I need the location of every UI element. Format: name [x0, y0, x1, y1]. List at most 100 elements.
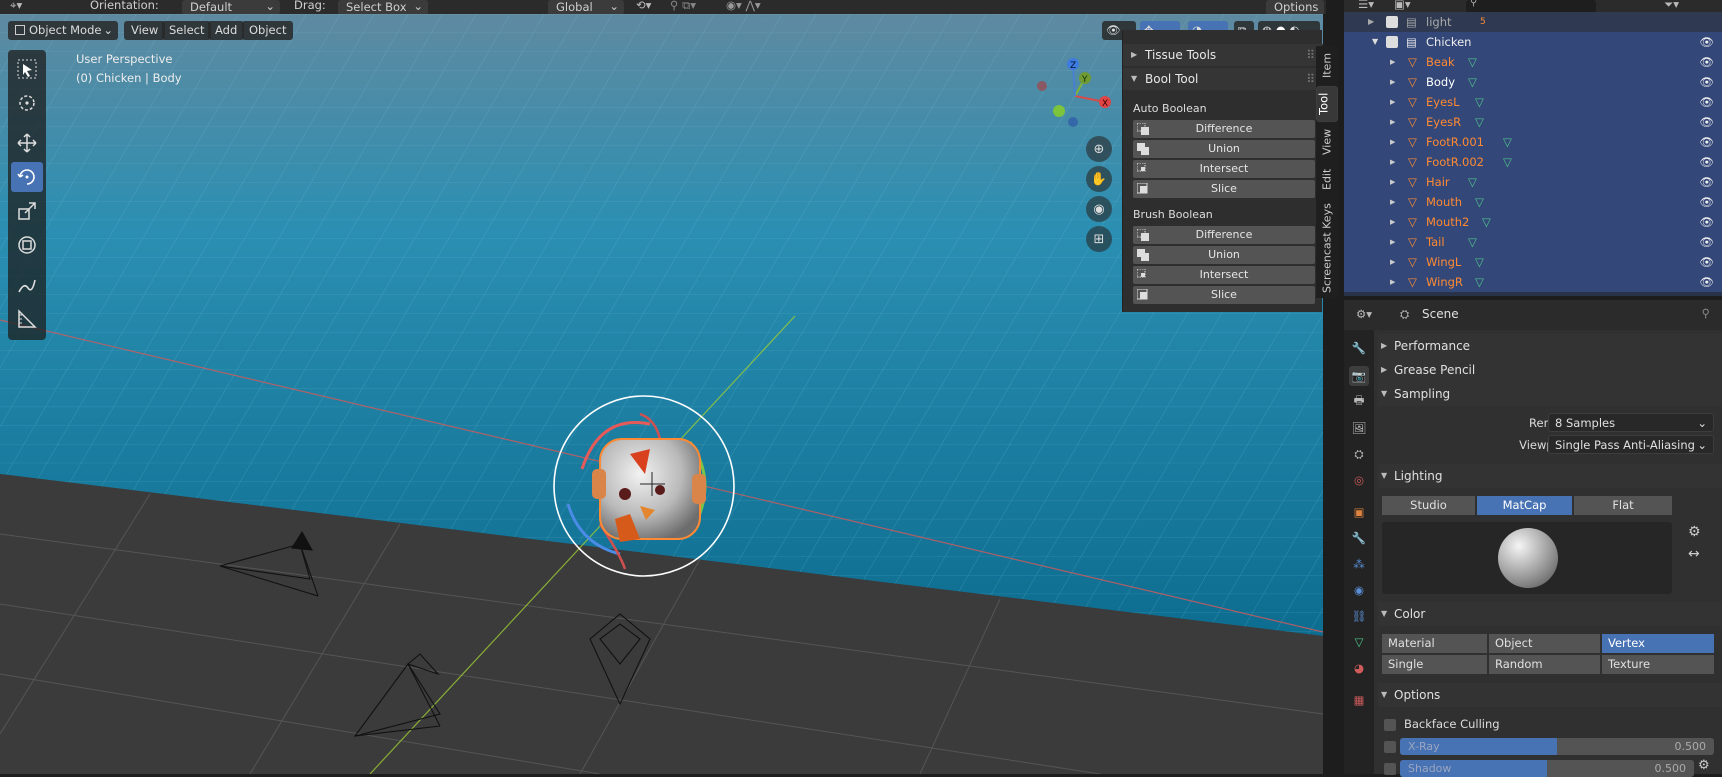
color-section[interactable]: ▼ Color [1378, 602, 1722, 626]
expand-arrow-icon[interactable]: ▶ [1390, 232, 1395, 252]
expand-arrow-icon[interactable]: ▶ [1390, 72, 1395, 92]
menu-object[interactable]: Object [242, 21, 294, 40]
annotate-tool-icon[interactable] [11, 270, 43, 300]
outliner-row-object[interactable]: ▶ ▽ Body ▽ 👁︎ [1344, 72, 1722, 92]
grease-pencil-section[interactable]: ▶ Grease Pencil [1378, 358, 1722, 382]
outliner-row-object[interactable]: ▶ ▽ Tail ▽ 👁︎ [1344, 232, 1722, 252]
menu-add[interactable]: Add [208, 21, 245, 40]
bool-tool-header[interactable]: ▼ Bool Tool ⠿ [1123, 68, 1323, 90]
scale-tool-icon[interactable] [11, 196, 43, 226]
shadow-slider[interactable]: Shadow 0.500 [1400, 760, 1694, 777]
expand-arrow-icon[interactable]: ▶ [1390, 252, 1395, 272]
menu-view[interactable]: View [124, 21, 166, 40]
eye-icon[interactable]: 👁︎ [1699, 192, 1714, 212]
cursor-tool-icon[interactable] [11, 88, 43, 118]
color-vertex-button[interactable]: Vertex [1602, 634, 1714, 653]
display-mode-icon[interactable]: ▣▾ [1394, 0, 1411, 11]
camera-view-icon[interactable]: ◉ [1086, 196, 1112, 222]
color-material-button[interactable]: Material [1382, 634, 1488, 653]
auto-union-button[interactable]: Union [1133, 140, 1315, 158]
eye-icon[interactable]: 👁︎ [1699, 272, 1714, 292]
brush-union-button[interactable]: Union [1133, 246, 1315, 264]
color-single-button[interactable]: Single [1382, 655, 1488, 674]
mode-dropdown[interactable]: Object Mode ⌄ [8, 21, 118, 40]
matcap-preview[interactable] [1382, 522, 1672, 594]
color-object-button[interactable]: Object [1489, 634, 1601, 653]
auto-slice-button[interactable]: Slice [1133, 180, 1315, 198]
tab-tool[interactable]: Tool [1316, 86, 1338, 122]
eye-icon[interactable]: 👁︎ [1699, 172, 1714, 192]
expand-arrow-icon[interactable]: ▶ [1390, 192, 1395, 212]
filter-icon[interactable]: ⏷▾ [1664, 0, 1679, 12]
navigation-gizmo[interactable]: X Y Z [1030, 56, 1120, 136]
editor-type-icon[interactable]: ⌖▾ [10, 0, 22, 13]
expand-arrow-icon[interactable]: ▶ [1390, 52, 1395, 72]
expand-arrow-icon[interactable]: ▶ [1368, 12, 1374, 32]
expand-arrow-icon[interactable]: ▶ [1390, 92, 1395, 112]
options-dropdown[interactable]: Options [1266, 0, 1324, 14]
visibility-checkbox[interactable] [1386, 36, 1398, 48]
transform-space-dropdown[interactable]: Global ⌄ [548, 0, 624, 14]
outliner-row-object[interactable]: ▶ ▽ FootR.001 ▽ 👁︎ [1344, 132, 1722, 152]
pivot-icon[interactable]: ⟲▾ [636, 0, 651, 12]
brush-intersect-button[interactable]: Intersect [1133, 266, 1315, 284]
render-tab-icon[interactable]: 📷 [1349, 366, 1369, 386]
brush-difference-button[interactable]: Difference [1133, 226, 1315, 244]
eye-icon[interactable]: 👁︎ [1699, 32, 1714, 52]
visibility-checkbox[interactable] [1386, 16, 1398, 28]
expand-arrow-icon[interactable]: ▼ [1372, 32, 1378, 52]
eye-icon[interactable]: 👁︎ [1699, 92, 1714, 112]
matcap-settings-icon[interactable]: ⚙ [1688, 524, 1701, 540]
tab-screencast-keys[interactable]: Screencast Keys [1316, 198, 1338, 298]
tissue-tools-header[interactable]: ▶ Tissue Tools ⠿ [1123, 44, 1323, 66]
physics-tab-icon[interactable]: ◉ [1349, 580, 1369, 600]
tab-view[interactable]: View [1316, 124, 1338, 160]
outliner-row-object[interactable]: ▶ ▽ Hair ▽ 👁︎ [1344, 172, 1722, 192]
outliner-row-light[interactable]: ▶ ▤ light 5 [1344, 12, 1722, 32]
expand-arrow-icon[interactable]: ▶ [1390, 212, 1395, 232]
matcap-flip-icon[interactable]: ↔ [1688, 546, 1700, 562]
eye-icon[interactable]: 👁︎ [1699, 212, 1714, 232]
outliner-row-object[interactable]: ▶ ▽ FootR.002 ▽ 👁︎ [1344, 152, 1722, 172]
menu-select[interactable]: Select [162, 21, 212, 40]
texture-tab-icon[interactable]: ▦ [1349, 690, 1369, 710]
orientation-dropdown[interactable]: Default ⌄ [182, 0, 280, 14]
tool-tab-icon[interactable]: 🔧 [1349, 338, 1369, 358]
xray-slider[interactable]: X-Ray 0.500 [1400, 738, 1714, 755]
shadow-checkbox[interactable] [1384, 763, 1396, 775]
object-tab-icon[interactable]: ▣ [1349, 502, 1369, 522]
data-tab-icon[interactable]: ▽ [1349, 632, 1369, 652]
tab-edit[interactable]: Edit [1316, 162, 1338, 196]
outliner-row-object[interactable]: ▶ ▽ WingR ▽ 👁︎ [1344, 272, 1722, 292]
expand-arrow-icon[interactable]: ▶ [1390, 132, 1395, 152]
outliner-row-object[interactable]: ▶ ▽ Mouth ▽ 👁︎ [1344, 192, 1722, 212]
constraints-tab-icon[interactable]: ⛓ [1349, 606, 1369, 626]
outliner-row-object[interactable]: ▶ ▽ WingL ▽ 👁︎ [1344, 252, 1722, 272]
lighting-section[interactable]: ▼ Lighting [1378, 464, 1722, 488]
transform-tool-icon[interactable] [11, 230, 43, 260]
snap-icon[interactable]: ⚲ ⧉▾ [670, 0, 696, 13]
expand-arrow-icon[interactable]: ▶ [1390, 152, 1395, 172]
world-tab-icon[interactable]: ◎ [1349, 470, 1369, 490]
eye-icon[interactable]: 👁︎ [1699, 72, 1714, 92]
eye-icon[interactable]: 👁︎ [1699, 112, 1714, 132]
outliner-row-object[interactable]: ▶ ▽ EyesL ▽ 👁︎ [1344, 92, 1722, 112]
auto-difference-button[interactable]: Difference [1133, 120, 1315, 138]
eye-icon[interactable]: 👁︎ [1699, 52, 1714, 72]
outliner-row-chicken[interactable]: ▼ ▤ Chicken 👁︎ [1344, 32, 1722, 52]
drag-dropdown[interactable]: Select Box ⌄ [338, 0, 428, 14]
pan-hand-icon[interactable]: ✋ [1086, 166, 1112, 192]
eye-icon[interactable]: 👁︎ [1699, 232, 1714, 252]
backface-culling-checkbox[interactable] [1384, 719, 1396, 731]
particles-tab-icon[interactable]: ⁂ [1349, 554, 1369, 574]
view-layer-tab-icon[interactable]: 🖼 [1349, 418, 1369, 438]
eye-icon[interactable]: 👁︎ [1699, 252, 1714, 272]
options-section[interactable]: ▼ Options [1378, 683, 1722, 707]
zoom-icon[interactable]: ⊕ [1086, 136, 1112, 162]
lighting-studio-button[interactable]: Studio [1382, 496, 1476, 515]
measure-tool-icon[interactable] [11, 304, 43, 334]
lighting-matcap-button[interactable]: MatCap [1477, 496, 1573, 515]
output-tab-icon[interactable]: 🖶 [1349, 392, 1369, 412]
brush-slice-button[interactable]: Slice [1133, 286, 1315, 304]
render-samples-dropdown[interactable]: 8 Samples ⌄ [1548, 413, 1714, 432]
